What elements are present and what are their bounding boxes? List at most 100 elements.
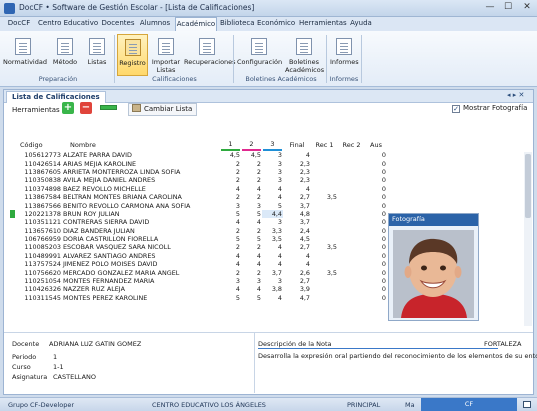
cell-nota-2[interactable]: 5 — [241, 235, 262, 243]
normatividad-button[interactable]: Normatividad — [3, 34, 47, 76]
cell-rec-2[interactable] — [338, 201, 365, 209]
cell-nota-3[interactable]: 3,5 — [262, 235, 283, 243]
panel-nav-controls[interactable]: ◂ ▸ ✕ — [507, 91, 524, 99]
informes-button[interactable]: Informes — [330, 34, 359, 76]
cell-aus[interactable]: 0 — [365, 201, 387, 210]
cell-final[interactable]: 2,3 — [283, 159, 311, 168]
cell-nota-1[interactable]: 2 — [220, 268, 241, 277]
cell-nota-3[interactable]: 3 — [262, 168, 283, 176]
cell-nota-2[interactable]: 2 — [241, 227, 262, 235]
cell-nota-2[interactable]: 4 — [241, 260, 262, 268]
col-codigo[interactable]: Código — [15, 140, 62, 151]
cell-nota-2[interactable]: 2 — [241, 168, 262, 176]
table-row[interactable]: 105612773 ALZATE PARRA DAVID 4,5 4,5 3 4 0 — [9, 151, 521, 159]
cell-rec-2[interactable] — [338, 159, 365, 167]
remove-button[interactable]: − — [80, 102, 92, 114]
cell-rec-1[interactable] — [311, 201, 338, 209]
table-row[interactable]: 110426514 ARIAS MEJIA KAROLINE 2 2 3 2,3 0 — [9, 159, 521, 168]
cell-nota-3[interactable]: 4 — [262, 260, 283, 268]
cell-nota-2[interactable]: 4,5 — [241, 151, 262, 159]
cell-aus[interactable]: 0 — [365, 294, 387, 302]
cell-aus[interactable]: 0 — [365, 227, 387, 235]
cell-final[interactable]: 3,7 — [283, 218, 311, 226]
cell-nota-2[interactable]: 3 — [241, 201, 262, 210]
cell-rec-2[interactable] — [338, 294, 365, 302]
cell-rec-2[interactable] — [338, 227, 365, 235]
cell-nota-3[interactable]: 4,4 — [262, 209, 283, 219]
cell-final[interactable]: 4 — [283, 185, 311, 193]
cell-final[interactable]: 2,3 — [283, 168, 311, 176]
scrollbar-thumb[interactable] — [525, 154, 531, 218]
cell-nota-2[interactable]: 2 — [241, 159, 262, 168]
cell-nota-2[interactable]: 2 — [241, 193, 262, 201]
listas-button[interactable]: Listas — [83, 34, 111, 76]
cell-final[interactable]: 4,8 — [283, 210, 311, 218]
maximize-button[interactable]: ☐ — [499, 0, 517, 16]
cell-rec-1[interactable] — [311, 227, 338, 235]
cell-final[interactable]: 2,4 — [283, 227, 311, 235]
cell-final[interactable]: 2,7 — [283, 193, 311, 201]
cell-nota-3[interactable]: 3 — [262, 151, 283, 159]
cell-aus[interactable]: 0 — [365, 168, 387, 176]
menu-alumnos[interactable]: Alumnos — [139, 17, 171, 31]
cell-final[interactable]: 4 — [283, 252, 311, 260]
cell-rec-2[interactable] — [338, 260, 365, 268]
cell-rec-1[interactable] — [311, 218, 338, 226]
cell-nota-3[interactable]: 3 — [262, 159, 283, 168]
minimize-button[interactable]: — — [481, 0, 499, 16]
cell-aus[interactable]: 0 — [365, 151, 387, 159]
cell-rec-2[interactable] — [338, 218, 365, 226]
configuracion-button[interactable]: Configuración — [237, 34, 282, 76]
cell-nota-2[interactable]: 5 — [241, 210, 262, 218]
cell-rec-1[interactable] — [311, 294, 338, 302]
grid-scrollbar[interactable] — [524, 152, 532, 326]
cell-rec-2[interactable] — [338, 285, 365, 293]
menu-docentes[interactable]: Docentes — [101, 17, 135, 31]
cell-final[interactable]: 2,3 — [283, 176, 311, 184]
cell-rec-1[interactable] — [311, 151, 338, 159]
cell-aus[interactable]: 0 — [365, 210, 387, 218]
table-row[interactable]: 113867566 BENITO REVOLLO CARMONA ANA SOFI… — [9, 201, 521, 210]
menu-economico[interactable]: Económico — [257, 17, 295, 31]
cell-nota-1[interactable]: 4 — [220, 185, 241, 193]
cell-final[interactable]: 4 — [283, 151, 311, 159]
cell-nota-1[interactable]: 4 — [220, 285, 241, 293]
cell-nota-1[interactable]: 2 — [220, 159, 241, 168]
cell-aus[interactable]: 0 — [365, 252, 387, 260]
cell-rec-1[interactable]: 3,5 — [311, 193, 338, 201]
cell-final[interactable]: 4,5 — [283, 235, 311, 243]
cell-nota-1[interactable]: 4 — [220, 252, 241, 260]
col-final[interactable]: Final — [283, 140, 311, 151]
boletines-academicos-button[interactable]: Boletines Académicos — [285, 34, 324, 76]
col-rec-1[interactable]: Rec 1 — [311, 140, 338, 151]
cell-nota-3[interactable]: 4 — [262, 193, 283, 201]
cell-nota-3[interactable]: 4 — [262, 294, 283, 302]
cell-aus[interactable]: 0 — [365, 243, 387, 251]
cell-nota-3[interactable]: 4 — [262, 185, 283, 193]
cell-rec-2[interactable] — [338, 185, 365, 193]
cell-rec-1[interactable] — [311, 159, 338, 167]
cell-nota-1[interactable]: 2 — [220, 176, 241, 184]
cell-rec-2[interactable] — [338, 210, 365, 218]
cell-aus[interactable]: 0 — [365, 235, 387, 243]
cell-aus[interactable]: 0 — [365, 268, 387, 277]
col-aus[interactable]: Aus — [365, 140, 387, 151]
col-nota-2[interactable]: 2 — [241, 140, 262, 151]
cell-rec-1[interactable] — [311, 210, 338, 218]
checkbox-box[interactable]: ✓ — [452, 105, 460, 113]
cell-aus[interactable]: 0 — [365, 185, 387, 193]
cell-nota-1[interactable]: 3 — [220, 201, 241, 210]
col-rec-2[interactable]: Rec 2 — [338, 140, 365, 151]
cell-nota-1[interactable]: 5 — [220, 235, 241, 243]
cell-nota-1[interactable]: 2 — [220, 227, 241, 235]
col-nota-1[interactable]: 1 — [220, 140, 241, 151]
cell-rec-1[interactable] — [311, 235, 338, 243]
close-button[interactable]: ✕ — [518, 0, 536, 16]
cell-rec-1[interactable] — [311, 185, 338, 193]
table-row[interactable]: 110350838 AVILA MEJIA DANIEL ANDRES 2 2 3 2,3… — [9, 176, 521, 184]
color-bar-button[interactable] — [100, 105, 117, 110]
cell-aus[interactable]: 0 — [365, 159, 387, 168]
cell-nota-3[interactable]: 3,8 — [262, 285, 283, 293]
cell-rec-1[interactable] — [311, 260, 338, 268]
cell-final[interactable]: 4 — [283, 260, 311, 268]
